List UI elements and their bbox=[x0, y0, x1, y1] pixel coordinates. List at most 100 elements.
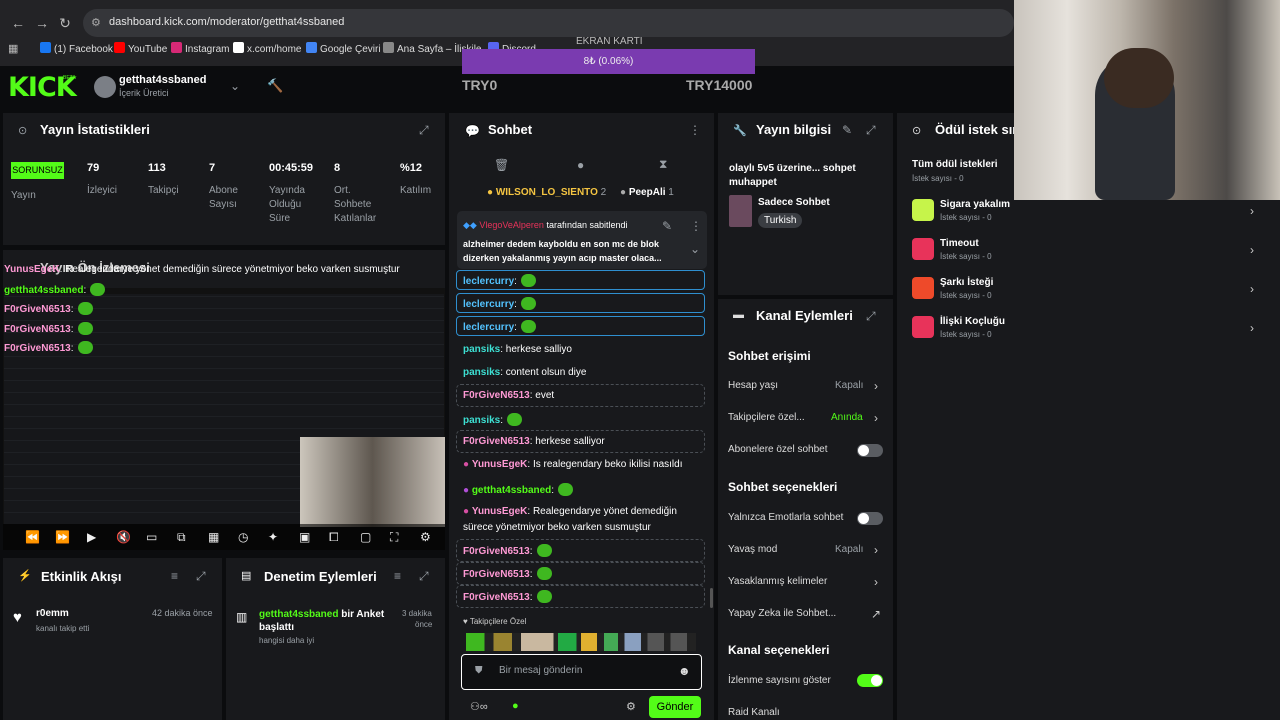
fast-forward-icon[interactable]: ⏩ bbox=[55, 530, 70, 544]
show-viewers-toggle[interactable] bbox=[857, 674, 883, 687]
chat-message[interactable]: ● getthat4ssbaned: bbox=[463, 483, 574, 496]
reward-name[interactable]: İlişki Koçluğu bbox=[940, 316, 1005, 327]
rewind-icon[interactable]: ⏪ bbox=[25, 530, 40, 544]
settings-icon[interactable]: ⚙ bbox=[420, 530, 431, 544]
fullscreen-icon[interactable]: ⛶ bbox=[390, 530, 398, 545]
chat-message[interactable]: F0rGiveN6513: bbox=[463, 567, 552, 580]
activity-user[interactable]: r0emm bbox=[36, 608, 69, 619]
goal-min: TRY0 bbox=[462, 77, 498, 93]
play-icon[interactable]: ▶ bbox=[87, 530, 96, 544]
settings-icon[interactable]: ⚙ bbox=[626, 700, 636, 713]
chat-message[interactable]: F0rGiveN6513: bbox=[463, 544, 552, 557]
chevron-right-icon[interactable]: › bbox=[1250, 321, 1254, 335]
mute-icon[interactable]: 🔇 bbox=[116, 530, 131, 544]
channel-username[interactable]: getthat4ssbaned bbox=[119, 74, 206, 86]
bookmark-facebook[interactable]: (1) Facebook bbox=[40, 42, 113, 55]
external-link-icon[interactable]: ↗ bbox=[871, 607, 881, 621]
subs-only-toggle[interactable] bbox=[857, 444, 883, 457]
chevron-down-icon[interactable]: ⌄ bbox=[690, 242, 700, 256]
emote-only-toggle[interactable] bbox=[857, 512, 883, 525]
hammer-icon[interactable]: 🔨 bbox=[267, 78, 283, 94]
chevron-right-icon[interactable]: › bbox=[874, 575, 878, 589]
reward-item-icon bbox=[912, 199, 934, 221]
pip-icon[interactable]: ⧠ bbox=[329, 530, 339, 545]
hourglass-icon[interactable]: ⧗ bbox=[659, 157, 667, 172]
chevron-down-icon[interactable]: ⌄ bbox=[230, 79, 240, 93]
chat-bubble-icon[interactable]: ● bbox=[577, 158, 584, 172]
clip-icon[interactable]: ⧉ bbox=[177, 530, 186, 545]
chat-message[interactable]: leclercurry: bbox=[463, 274, 536, 287]
bookmark-google-translate[interactable]: Google Çeviri bbox=[306, 42, 381, 55]
chevron-right-icon[interactable]: › bbox=[874, 411, 878, 425]
slow-mode-value[interactable]: Kapalı bbox=[835, 544, 863, 555]
bookmark-youtube[interactable]: YouTube bbox=[114, 42, 167, 55]
chevron-right-icon[interactable]: › bbox=[1250, 204, 1254, 218]
more-options-icon[interactable]: ⋮ bbox=[690, 219, 702, 233]
chat-message[interactable]: pansiks: bbox=[463, 413, 523, 426]
forward-icon[interactable]: → bbox=[34, 15, 50, 31]
theater-icon[interactable]: ▣ bbox=[299, 530, 310, 544]
expand-icon[interactable]: ⤢ bbox=[866, 123, 876, 138]
expand-icon[interactable]: ⤢ bbox=[419, 569, 429, 584]
chevron-right-icon[interactable]: › bbox=[1250, 243, 1254, 257]
chevron-right-icon[interactable]: › bbox=[874, 543, 878, 557]
stat-followers: 113 Takipçi bbox=[148, 162, 179, 196]
reward-name[interactable]: Timeout bbox=[940, 238, 979, 249]
users-icon[interactable]: ⚇∞ bbox=[470, 700, 488, 713]
camera-icon[interactable]: ▭ bbox=[146, 530, 157, 544]
chat-message[interactable]: ● YunusEgeK: Realegendarye yönet demediğ… bbox=[463, 506, 677, 517]
timer-icon[interactable]: ◷ bbox=[238, 530, 248, 544]
send-button[interactable]: Gönder bbox=[649, 696, 701, 718]
avatar[interactable] bbox=[94, 76, 116, 98]
chat-message[interactable]: F0rGiveN6513: herkese salliyor bbox=[463, 436, 605, 447]
sparkle-icon[interactable]: ✦ bbox=[268, 530, 278, 544]
ai-chat-label[interactable]: Yapay Zeka ile Sohbet... bbox=[728, 608, 836, 619]
screen-icon[interactable]: ▢ bbox=[360, 530, 371, 544]
all-rewards-count: İstek sayısı - 0 bbox=[912, 174, 964, 183]
trash-icon[interactable]: 🗑 bbox=[494, 158, 509, 172]
all-rewards-label[interactable]: Tüm ödül istekleri bbox=[912, 159, 998, 170]
chat-message[interactable]: leclercurry: bbox=[463, 320, 536, 333]
account-age-label[interactable]: Hesap yaşı bbox=[728, 380, 778, 391]
stats-overlay-icon[interactable]: ▦ bbox=[208, 530, 219, 544]
unpin-icon[interactable]: ✎ bbox=[662, 219, 672, 233]
chat-message[interactable]: pansiks: herkese salliyo bbox=[463, 344, 572, 355]
more-options-icon[interactable]: ⋮ bbox=[689, 123, 701, 137]
reload-icon[interactable]: ↻ bbox=[57, 15, 73, 31]
top-gifter: ● WILSON_LO_SIENTO 2 bbox=[487, 187, 607, 198]
preview-overlay-msg: F0rGiveN6513: bbox=[4, 302, 93, 315]
site-info-icon[interactable]: ⚙ bbox=[91, 16, 101, 29]
filter-icon[interactable]: ≡ bbox=[171, 569, 178, 583]
chat-message-cont: sürece yönetmiyor beko varken susmuştur bbox=[463, 522, 651, 533]
expand-icon[interactable]: ⤢ bbox=[866, 309, 876, 324]
chevron-right-icon[interactable]: › bbox=[1250, 282, 1254, 296]
chat-message[interactable]: F0rGiveN6513: evet bbox=[463, 390, 554, 401]
account-age-value[interactable]: Kapalı bbox=[835, 380, 863, 391]
chat-message[interactable]: leclercurry: bbox=[463, 297, 536, 310]
chat-scrollbar[interactable] bbox=[710, 588, 713, 608]
chat-message[interactable]: ● YunusEgeK: Is realegendary beko ikilis… bbox=[463, 459, 682, 470]
bookmark-instagram[interactable]: Instagram bbox=[171, 42, 229, 55]
apps-icon[interactable]: ▦ bbox=[8, 42, 18, 55]
emoji-icon[interactable]: ☻ bbox=[678, 664, 691, 678]
top-gifter: ● PeepAli 1 bbox=[620, 187, 674, 198]
expand-icon[interactable]: ⤢ bbox=[419, 123, 429, 138]
chat-message[interactable]: F0rGiveN6513: bbox=[463, 590, 552, 603]
followers-only-label[interactable]: Takipçilere özel... bbox=[728, 412, 805, 423]
slow-mode-label[interactable]: Yavaş mod bbox=[728, 544, 777, 555]
chevron-right-icon[interactable]: › bbox=[874, 379, 878, 393]
bookmark-x[interactable]: x.com/home bbox=[233, 42, 301, 55]
edit-icon[interactable]: ✎ bbox=[842, 123, 852, 137]
kick-icon[interactable]: ● bbox=[512, 700, 519, 712]
followers-only-value[interactable]: Anında bbox=[831, 412, 863, 423]
raid-label[interactable]: Raid Kanalı bbox=[728, 707, 780, 718]
reward-name[interactable]: Şarkı İsteği bbox=[940, 277, 993, 288]
filter-icon[interactable]: ≡ bbox=[394, 569, 401, 583]
banned-words-label[interactable]: Yasaklanmış kelimeler bbox=[728, 576, 827, 587]
back-icon[interactable]: ← bbox=[10, 15, 26, 31]
chat-message[interactable]: pansiks: content olsun diye bbox=[463, 367, 586, 378]
reward-name[interactable]: Sigara yakalım bbox=[940, 199, 1010, 210]
emote-picker-row[interactable] bbox=[466, 633, 696, 651]
url-text[interactable]: dashboard.kick.com/moderator/getthat4ssb… bbox=[109, 16, 344, 28]
expand-icon[interactable]: ⤢ bbox=[196, 569, 206, 584]
